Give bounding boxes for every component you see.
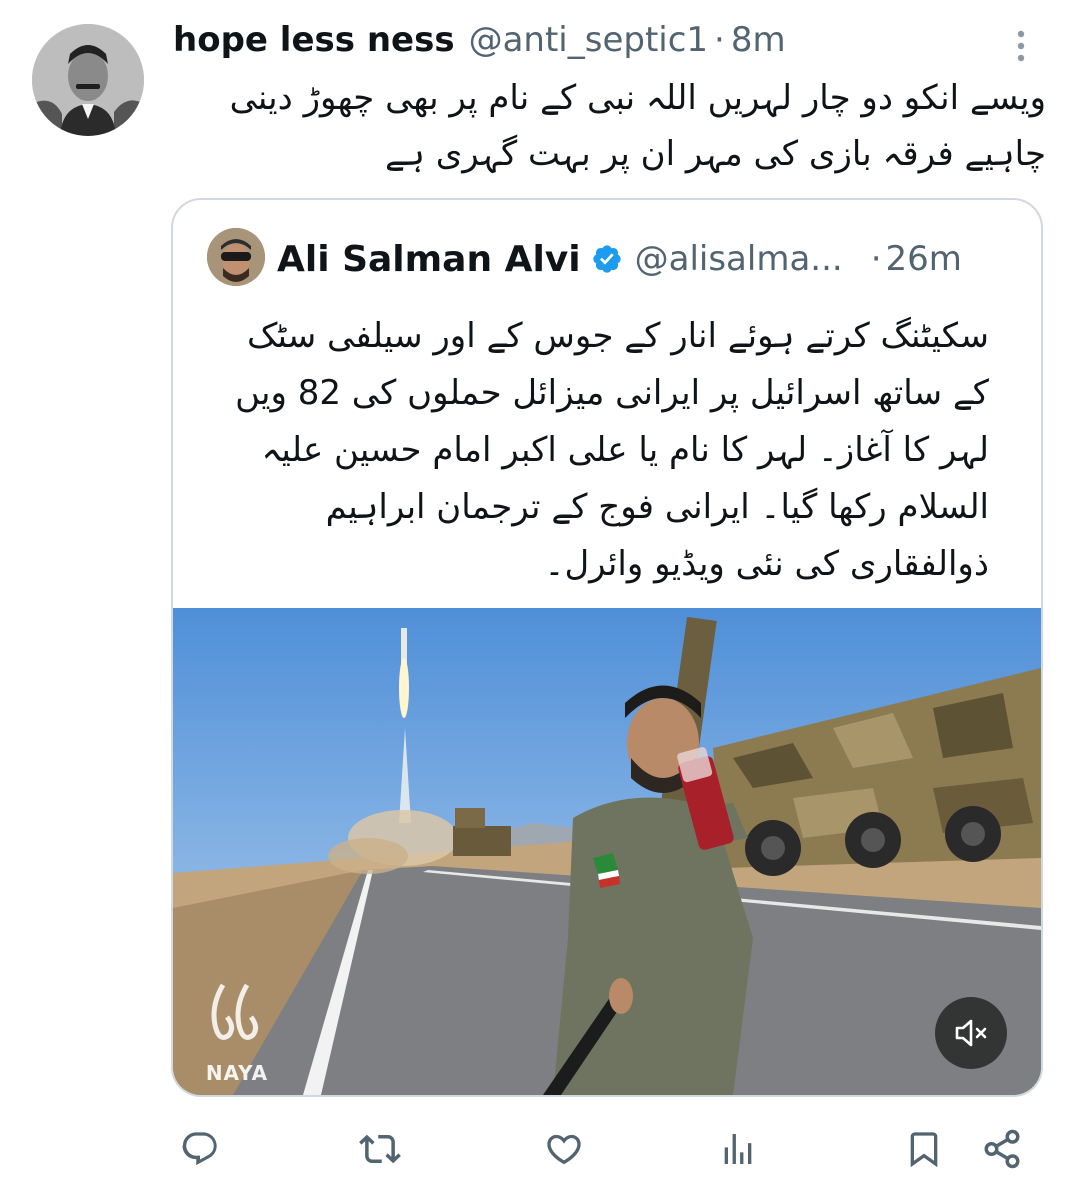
volume-muted-icon	[955, 1019, 987, 1047]
quoted-time[interactable]: 26m	[886, 239, 962, 279]
bookmark-button[interactable]	[900, 1122, 948, 1176]
channel-watermark-logo: NAYA	[205, 965, 269, 1085]
verified-badge-icon	[592, 245, 621, 273]
action-bar	[0, 1122, 1077, 1176]
reply-icon	[182, 1132, 217, 1166]
quoted-text: سکیٹنگ کرتے ہوئے انار کے جوس کے اور سیلف…	[235, 316, 989, 584]
author-name[interactable]: hope less ness	[173, 20, 455, 60]
watermark-text: NAYA	[205, 1061, 269, 1085]
tweet-header: hope less ness @anti_septic1 · 8m	[173, 16, 786, 64]
more-options-icon[interactable]	[1008, 26, 1034, 66]
share-icon	[984, 1129, 1020, 1169]
tweet-text: ویسے انکو دو چار لہریں اللہ نبی کے نام پ…	[229, 78, 1046, 174]
share-button[interactable]	[978, 1122, 1026, 1176]
quoted-tweet[interactable]: Ali Salman Alvi @alisalma... · 26m سکیٹن…	[171, 198, 1043, 1097]
mute-button[interactable]	[935, 997, 1007, 1069]
like-button[interactable]	[540, 1122, 588, 1176]
author-avatar[interactable]	[32, 24, 144, 136]
like-icon	[547, 1134, 581, 1165]
quoted-author-handle[interactable]: @alisalma...	[635, 239, 843, 279]
views-icon	[724, 1134, 752, 1164]
quoted-author-name[interactable]: Ali Salman Alvi	[277, 239, 581, 280]
tweet-time[interactable]: 8m	[731, 20, 786, 60]
retweet-icon	[359, 1134, 401, 1164]
quoted-separator-dot: ·	[870, 239, 882, 279]
views-button[interactable]	[714, 1122, 762, 1176]
quoted-header: Ali Salman Alvi @alisalma... · 26m	[277, 232, 962, 286]
retweet-button[interactable]	[356, 1122, 404, 1176]
reply-button[interactable]	[176, 1122, 224, 1176]
author-handle[interactable]: @anti_septic1	[469, 20, 708, 60]
video-player[interactable]: NAYA	[173, 608, 1041, 1095]
bookmark-icon	[910, 1132, 938, 1168]
separator-dot: ·	[714, 20, 725, 60]
quoted-author-avatar[interactable]	[207, 228, 265, 286]
video-frame	[173, 608, 1041, 1095]
